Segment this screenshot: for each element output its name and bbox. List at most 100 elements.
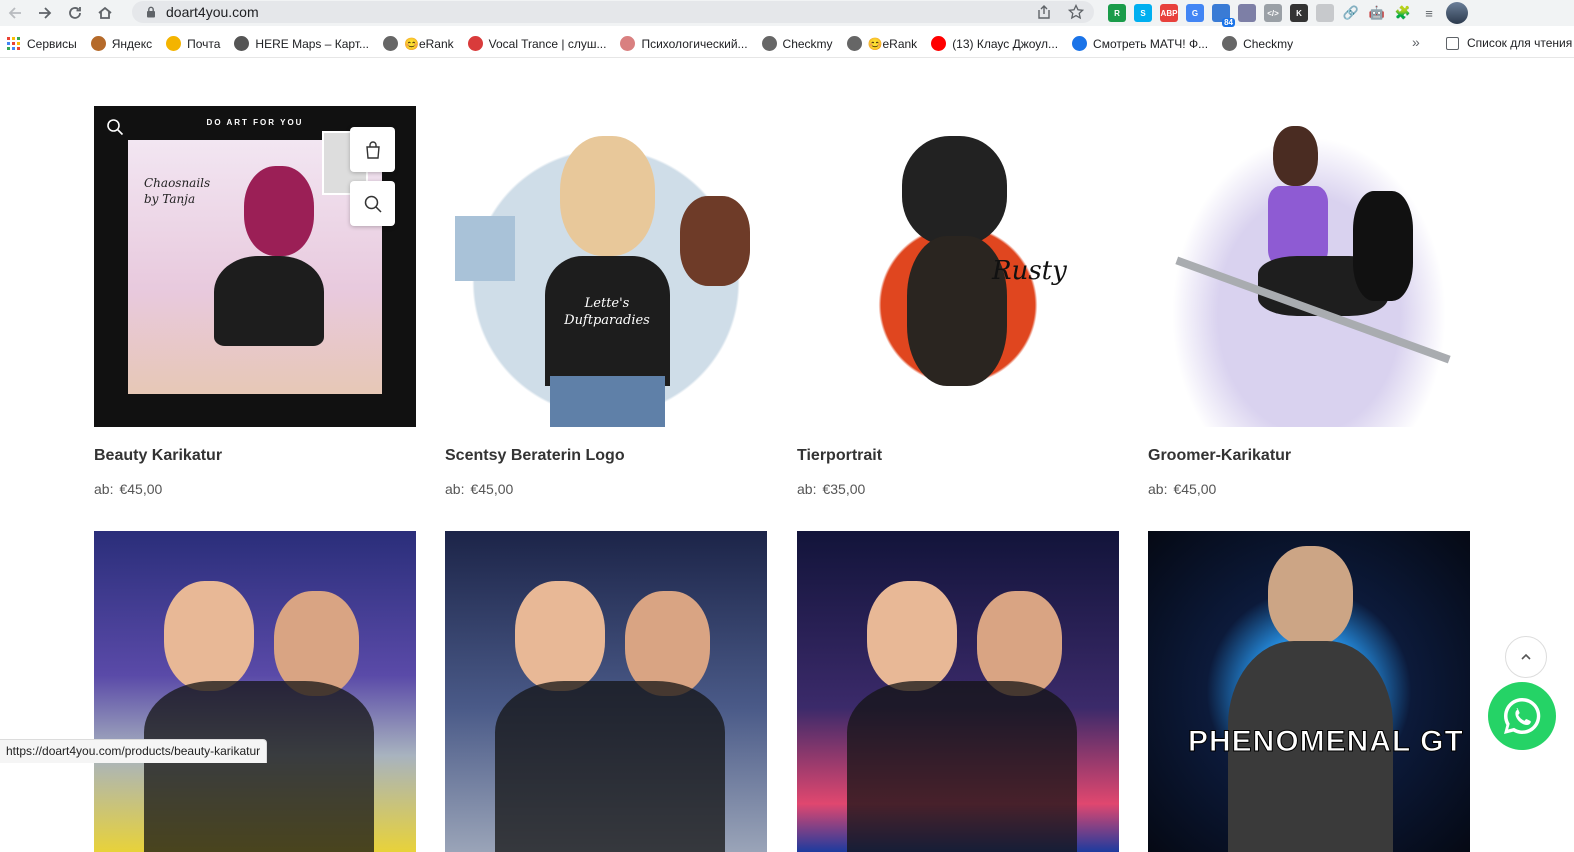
artwork-caption: Chaosnails by Tanja [144, 176, 211, 206]
share-icon[interactable] [1036, 4, 1052, 23]
bookmark-item[interactable]: Checkmy [761, 36, 833, 51]
globe-icon [383, 36, 399, 51]
brand-logo-text: DO ART FOR YOU [206, 118, 304, 127]
profile-avatar[interactable] [1446, 2, 1468, 24]
shopping-bag-icon [365, 140, 380, 159]
puzzle-icon[interactable]: 🧩 [1394, 5, 1412, 21]
search-icon[interactable] [106, 118, 124, 141]
address-bar[interactable]: doart4you.com [132, 1, 1094, 23]
add-to-cart-button[interactable] [350, 127, 395, 172]
reading-list-button[interactable]: Список для чтения [1446, 36, 1572, 50]
product-image[interactable]: Rusty [797, 106, 1119, 427]
bookmark-label: Почта [187, 36, 221, 51]
bookmark-label: Vocal Trance | слуш... [488, 36, 607, 51]
here-maps-icon [234, 36, 250, 51]
bookmark-item[interactable]: (13) Клаус Джоул... [931, 36, 1058, 51]
skype-icon[interactable]: S [1134, 4, 1152, 22]
bookmark-item[interactable]: Checkmy [1222, 36, 1293, 51]
s-icon [1072, 36, 1088, 51]
whatsapp-button[interactable] [1488, 682, 1556, 750]
browser-toolbar: doart4you.com R S ABP G 84 </> K 🔗 🤖 🧩 ≡ [0, 0, 1574, 27]
product-title[interactable]: Scentsy Beraterin Logo [445, 447, 625, 465]
counter-icon[interactable]: 84 [1212, 4, 1235, 27]
bookmark-item[interactable]: Vocal Trance | слуш... [467, 36, 607, 51]
product-image[interactable] [94, 531, 416, 852]
product-price: ab: €45,00 [94, 481, 168, 497]
star-icon[interactable] [1067, 3, 1085, 23]
product-title[interactable]: Beauty Karikatur [94, 447, 222, 465]
adblock-icon[interactable]: ABP [1160, 4, 1178, 22]
reload-button[interactable] [60, 0, 90, 26]
yandex-icon [90, 36, 106, 51]
k-ext-icon[interactable]: K [1290, 4, 1308, 22]
moon-ext-icon[interactable] [1316, 4, 1334, 22]
bookmark-label: 😊eRank [404, 36, 454, 51]
product-title[interactable]: Groomer-Karikatur [1148, 447, 1291, 465]
youtube-icon [931, 36, 947, 51]
product-price: ab: €35,00 [797, 481, 871, 497]
product-image[interactable]: DO ART FOR YOU Chaosnails by Tanja [94, 106, 416, 427]
product-image[interactable]: PHENOMENAL GT [1148, 531, 1470, 852]
bookmark-label: 😊eRank [867, 36, 918, 51]
vt-icon [467, 36, 483, 51]
media-icon[interactable]: ≡ [1420, 6, 1438, 21]
psy-icon [620, 36, 636, 51]
product-image[interactable] [797, 531, 1119, 852]
price-prefix: ab: [445, 481, 465, 497]
price-value: €45,00 [119, 481, 163, 497]
bookmark-item[interactable]: Яндекс [90, 36, 152, 51]
globe-icon [846, 36, 862, 51]
bookmark-label: Смотреть МАТЧ! Ф... [1093, 36, 1209, 51]
extension-label: S [1140, 8, 1146, 18]
arrow-left-icon [8, 7, 21, 19]
globe-icon [761, 36, 777, 51]
link-icon[interactable]: 🔗 [1342, 5, 1360, 21]
bookmark-item[interactable]: Смотреть МАТЧ! Ф... [1072, 36, 1208, 51]
robot-icon[interactable]: 🤖 [1368, 5, 1386, 21]
bookmark-item[interactable]: Сервисы [6, 36, 77, 51]
bookmark-item[interactable]: 😊eRank [383, 36, 454, 51]
bookmark-label: (13) Клаус Джоул... [952, 36, 1059, 51]
forward-button[interactable] [30, 0, 60, 26]
apps-icon [6, 36, 21, 51]
magnifier-icon [364, 195, 382, 213]
reading-list-label: Список для чтения [1467, 36, 1573, 50]
back-button[interactable] [0, 0, 30, 26]
translate-icon[interactable]: G [1186, 4, 1204, 22]
reading-list-icon [1446, 36, 1459, 50]
price-value: €45,00 [470, 481, 514, 497]
chevron-up-icon [1521, 653, 1531, 660]
home-icon [98, 6, 112, 19]
reload-icon [69, 7, 81, 19]
mail-icon [166, 36, 182, 51]
circle-ext-icon[interactable] [1238, 4, 1256, 22]
bookmark-item[interactable]: Психологический... [620, 36, 748, 51]
bookmark-item[interactable]: 😊eRank [846, 36, 918, 51]
price-value: €35,00 [822, 481, 866, 497]
code-ext-icon[interactable]: </> [1264, 4, 1282, 22]
bookmark-label: Checkmy [782, 36, 833, 51]
scroll-to-top-button[interactable] [1505, 636, 1547, 678]
bookmark-label: Психологический... [641, 36, 748, 51]
product-image[interactable]: Lette's Duftparadies [445, 106, 767, 427]
extension-badge: 84 [1222, 18, 1235, 27]
arrow-right-icon [39, 7, 52, 19]
bookmark-item[interactable]: HERE Maps – Карт... [234, 36, 369, 51]
extension-label: K [1296, 8, 1302, 18]
product-image[interactable] [1148, 106, 1470, 427]
globe-icon [1222, 36, 1238, 51]
bookmarks-overflow-button[interactable]: » [1412, 34, 1420, 50]
home-button[interactable] [90, 0, 120, 26]
product-title[interactable]: Tierportrait [797, 447, 882, 465]
price-prefix: ab: [797, 481, 817, 497]
bookmark-label: Сервисы [27, 36, 77, 51]
rss-icon[interactable]: R [1108, 4, 1126, 22]
quick-view-button[interactable] [350, 181, 395, 226]
bookmark-item[interactable]: Почта [166, 36, 220, 51]
extension-label: ABP [1160, 8, 1178, 18]
product-price: ab: €45,00 [1148, 481, 1222, 497]
price-prefix: ab: [1148, 481, 1168, 497]
product-image[interactable] [445, 531, 767, 852]
artwork-caption: PHENOMENAL GT [1188, 725, 1464, 759]
extension-label: </> [1267, 8, 1279, 18]
